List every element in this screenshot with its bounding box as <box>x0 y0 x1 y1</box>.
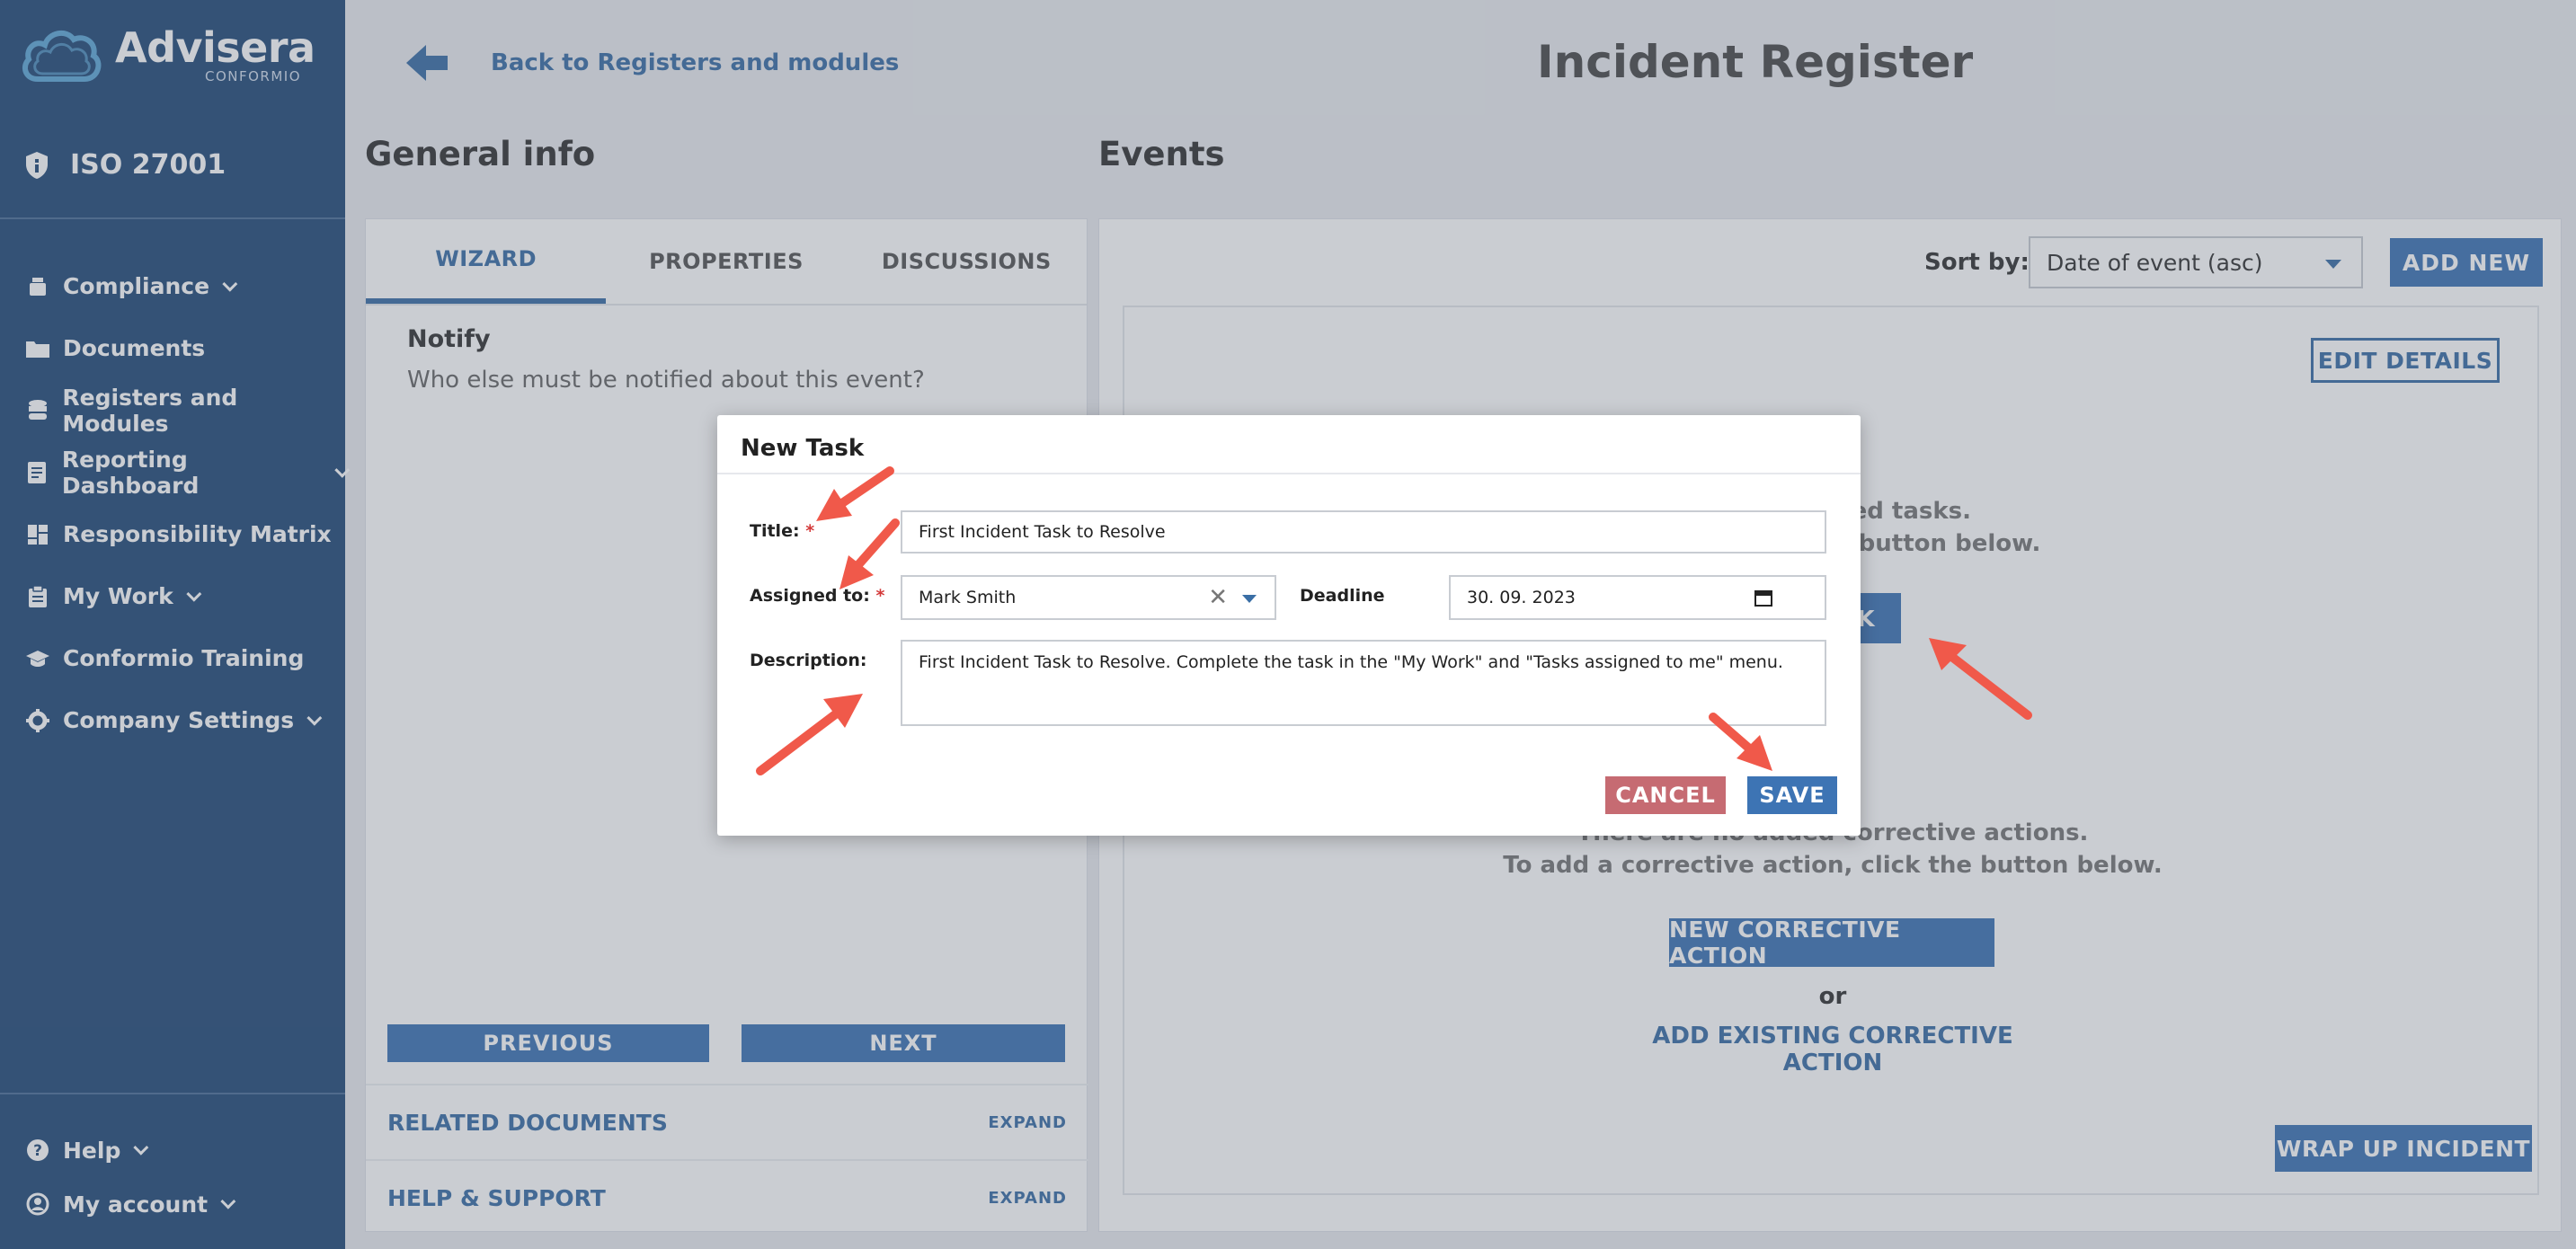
description-value: First Incident Task to Resolve. Complete… <box>919 652 1783 672</box>
annotation-arrow-icon <box>1709 713 1772 771</box>
new-task-dialog: New Task Title: * First Incident Task to… <box>717 415 1861 836</box>
title-input-value: First Incident Task to Resolve <box>919 522 1166 542</box>
deadline-date-input[interactable]: 30. 09. 2023 <box>1449 575 1826 620</box>
title-label: Title: * <box>750 521 814 541</box>
cancel-button[interactable]: CANCEL <box>1605 776 1726 814</box>
calendar-icon[interactable] <box>1754 589 1772 607</box>
deadline-value: 30. 09. 2023 <box>1467 588 1576 607</box>
annotation-arrow-icon <box>839 518 900 589</box>
assigned-value: Mark Smith <box>919 588 1017 607</box>
annotation-arrow-icon <box>1929 638 2032 720</box>
annotation-arrow-icon <box>756 694 863 775</box>
save-button[interactable]: SAVE <box>1747 776 1837 814</box>
caret-down-icon[interactable] <box>1242 595 1257 603</box>
description-textarea[interactable]: First Incident Task to Resolve. Complete… <box>901 640 1826 726</box>
description-label: Description: <box>750 651 867 670</box>
assigned-to-select[interactable]: Mark Smith ✕ <box>901 575 1276 620</box>
clear-icon[interactable]: ✕ <box>1208 584 1228 611</box>
title-input[interactable]: First Incident Task to Resolve <box>901 510 1826 554</box>
dialog-title: New Task <box>741 435 865 462</box>
deadline-label: Deadline <box>1300 586 1385 606</box>
title-label-text: Title: <box>750 521 800 541</box>
